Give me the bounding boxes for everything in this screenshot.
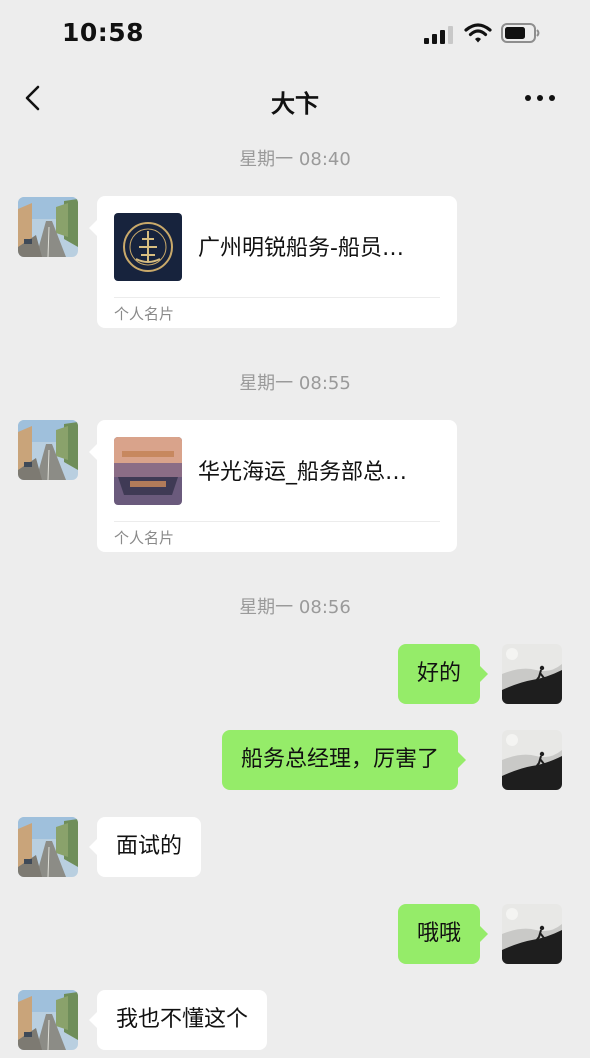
contact-avatar[interactable] <box>18 990 78 1050</box>
message-bubble-incoming[interactable]: 面试的 <box>89 817 202 877</box>
message-bubble-outgoing[interactable]: 哦哦 <box>398 904 489 964</box>
card-logo-icon <box>114 213 182 281</box>
chat-header: 大卞 <box>0 66 590 130</box>
card-type-label: 个人名片 <box>114 305 175 323</box>
timestamp: 星期一 08:56 <box>239 597 351 618</box>
more-dots-icon[interactable] <box>520 86 560 110</box>
message-text: 哦哦 <box>417 921 462 946</box>
my-avatar[interactable] <box>502 730 562 790</box>
message-text: 好的 <box>417 661 462 686</box>
message-text: 面试的 <box>116 834 183 859</box>
card-name: 广州明锐船务-船员… <box>198 236 404 261</box>
message-bubble-incoming[interactable]: 我也不懂这个 <box>89 990 268 1050</box>
card-photo-icon <box>114 437 182 505</box>
chat-title: 大卞 <box>271 90 319 118</box>
divider <box>114 297 440 298</box>
message-text: 我也不懂这个 <box>116 1007 249 1032</box>
signal-icon <box>424 26 453 44</box>
card-name: 华光海运_船务部总… <box>198 460 408 485</box>
contact-card[interactable]: 广州明锐船务-船员… 个人名片 <box>89 196 457 328</box>
card-type-label: 个人名片 <box>114 529 175 547</box>
my-avatar[interactable] <box>502 904 562 964</box>
contact-avatar[interactable] <box>18 817 78 877</box>
status-time: 10:58 <box>62 18 145 47</box>
contact-card[interactable]: 华光海运_船务部总… 个人名片 <box>89 420 457 552</box>
divider <box>114 521 440 522</box>
battery-icon <box>501 23 540 43</box>
status-bar: 10:58 <box>0 0 590 66</box>
my-avatar[interactable] <box>502 644 562 704</box>
timestamp: 星期一 08:55 <box>239 373 351 394</box>
message-bubble-outgoing[interactable]: 好的 <box>398 644 489 704</box>
message-text: 船务总经理，厉害了 <box>241 747 440 772</box>
message-bubble-outgoing[interactable]: 船务总经理，厉害了 <box>222 730 467 790</box>
contact-avatar[interactable] <box>18 197 78 257</box>
wifi-icon <box>464 23 492 43</box>
timestamp: 星期一 08:40 <box>239 149 351 170</box>
contact-avatar[interactable] <box>18 420 78 480</box>
